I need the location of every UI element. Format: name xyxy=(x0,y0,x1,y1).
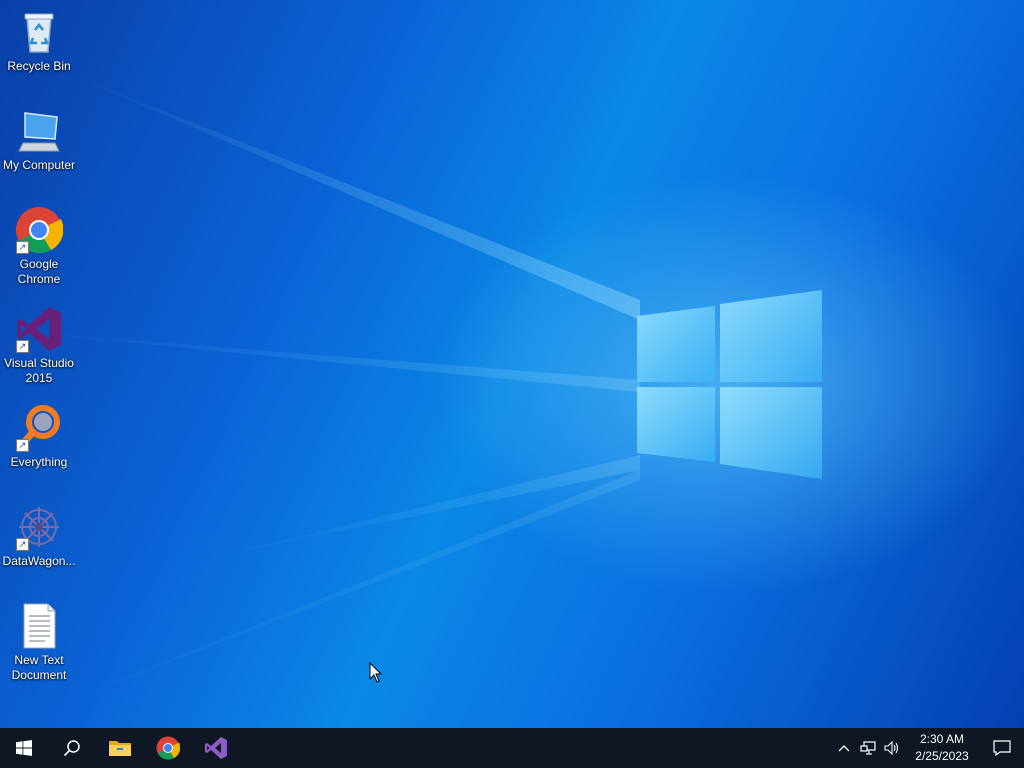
folder-icon xyxy=(109,741,131,756)
search-button[interactable] xyxy=(48,728,96,768)
everything-search-icon: ↗ xyxy=(15,404,63,452)
chevron-up-icon xyxy=(838,745,850,752)
desktop-icon-datawagon[interactable]: ↗ DataWagon... xyxy=(0,503,78,569)
desktop-icon-my-computer[interactable]: My Computer xyxy=(0,107,78,173)
volume-button[interactable] xyxy=(880,728,904,768)
chrome-icon xyxy=(156,736,180,760)
system-tray: 2:30 AM 2/25/2023 xyxy=(832,728,1024,768)
recycle-bin-icon xyxy=(15,8,63,56)
wallpaper-windows-logo xyxy=(0,70,822,728)
chrome-icon: ↗ xyxy=(15,206,64,254)
action-center-button[interactable] xyxy=(980,728,1024,768)
visual-studio-icon: ↗ xyxy=(15,305,63,353)
show-hidden-icons-button[interactable] xyxy=(832,728,856,768)
desktop-icon-label: Recycle Bin xyxy=(7,59,71,73)
datawagon-icon: ↗ xyxy=(15,503,63,551)
taskbar-visual-studio[interactable] xyxy=(192,728,240,768)
clock[interactable]: 2:30 AM 2/25/2023 xyxy=(904,731,980,765)
windows-start-icon xyxy=(16,740,32,756)
desktop-icon-label: DataWagon... xyxy=(2,554,76,568)
desktop-icon-label: Google Chrome xyxy=(17,257,61,286)
visual-studio-icon xyxy=(205,737,227,759)
desktop-icon-label: My Computer xyxy=(2,158,76,172)
desktop-icon-recycle-bin[interactable]: Recycle Bin xyxy=(0,8,78,74)
network-icon xyxy=(860,741,876,755)
desktop-icon-label: Everything xyxy=(10,455,68,469)
computer-icon xyxy=(15,107,63,155)
text-document-icon xyxy=(15,602,63,650)
desktop-icon-label: New Text Document xyxy=(11,653,67,682)
desktop[interactable]: Recycle Bin My Computer ↗ Google Chrome xyxy=(0,0,1024,728)
search-icon xyxy=(63,740,80,757)
mouse-cursor-icon xyxy=(369,662,383,683)
clock-time: 2:30 AM xyxy=(919,732,965,746)
taskbar-chrome[interactable] xyxy=(144,728,192,768)
desktop-icon-new-text-document[interactable]: New Text Document xyxy=(0,602,78,683)
notification-icon xyxy=(993,740,1011,756)
taskbar-file-explorer[interactable] xyxy=(96,728,144,768)
taskbar: 2:30 AM 2/25/2023 xyxy=(0,728,1024,768)
start-button[interactable] xyxy=(0,728,48,768)
speaker-icon xyxy=(884,741,899,755)
network-button[interactable] xyxy=(856,728,880,768)
desktop-icon-google-chrome[interactable]: ↗ Google Chrome xyxy=(0,206,78,287)
desktop-icon-label: Visual Studio 2015 xyxy=(4,356,74,385)
clock-date: 2/25/2023 xyxy=(915,749,969,763)
desktop-icon-visual-studio[interactable]: ↗ Visual Studio 2015 xyxy=(0,305,78,386)
desktop-icon-everything[interactable]: ↗ Everything xyxy=(0,404,78,470)
